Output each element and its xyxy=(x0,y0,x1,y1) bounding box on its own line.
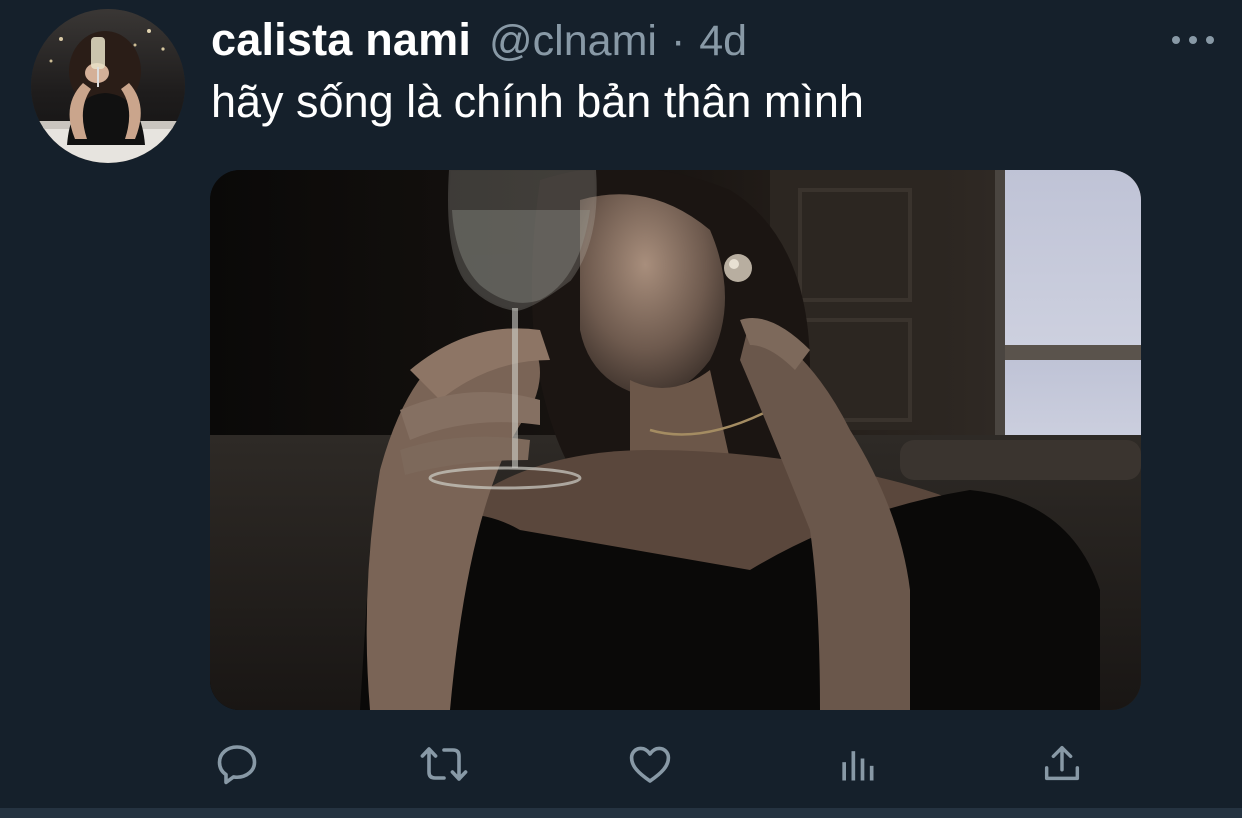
attached-photo-icon xyxy=(210,170,1141,710)
retweet-button[interactable] xyxy=(416,736,472,792)
user-handle[interactable]: @clnami xyxy=(489,17,657,66)
reply-button[interactable] xyxy=(209,736,265,792)
more-options-icon xyxy=(1172,36,1180,44)
user-avatar[interactable] xyxy=(31,9,185,163)
more-options-button[interactable] xyxy=(1172,28,1214,52)
display-name[interactable]: calista nami xyxy=(211,14,471,66)
tweet-media[interactable] xyxy=(210,170,1141,710)
analytics-icon xyxy=(842,751,874,781)
tweet-text: hãy sống là chính bản thân mình xyxy=(211,76,864,127)
timestamp[interactable]: 4d xyxy=(699,17,747,66)
reply-icon xyxy=(217,745,257,785)
tweet-header: calista nami @clnami · 4d xyxy=(211,14,747,66)
avatar-photo-icon xyxy=(31,9,185,163)
separator: · xyxy=(670,17,686,65)
retweet-icon xyxy=(420,747,468,781)
share-button[interactable] xyxy=(1034,736,1090,792)
tweet: calista nami @clnami · 4d hãy sống là ch… xyxy=(0,0,1242,818)
divider xyxy=(0,808,1242,818)
tweet-action-bar xyxy=(0,736,1242,792)
heart-icon xyxy=(629,746,671,783)
share-icon xyxy=(1044,745,1080,781)
like-button[interactable] xyxy=(622,736,678,792)
analytics-button[interactable] xyxy=(829,736,885,792)
